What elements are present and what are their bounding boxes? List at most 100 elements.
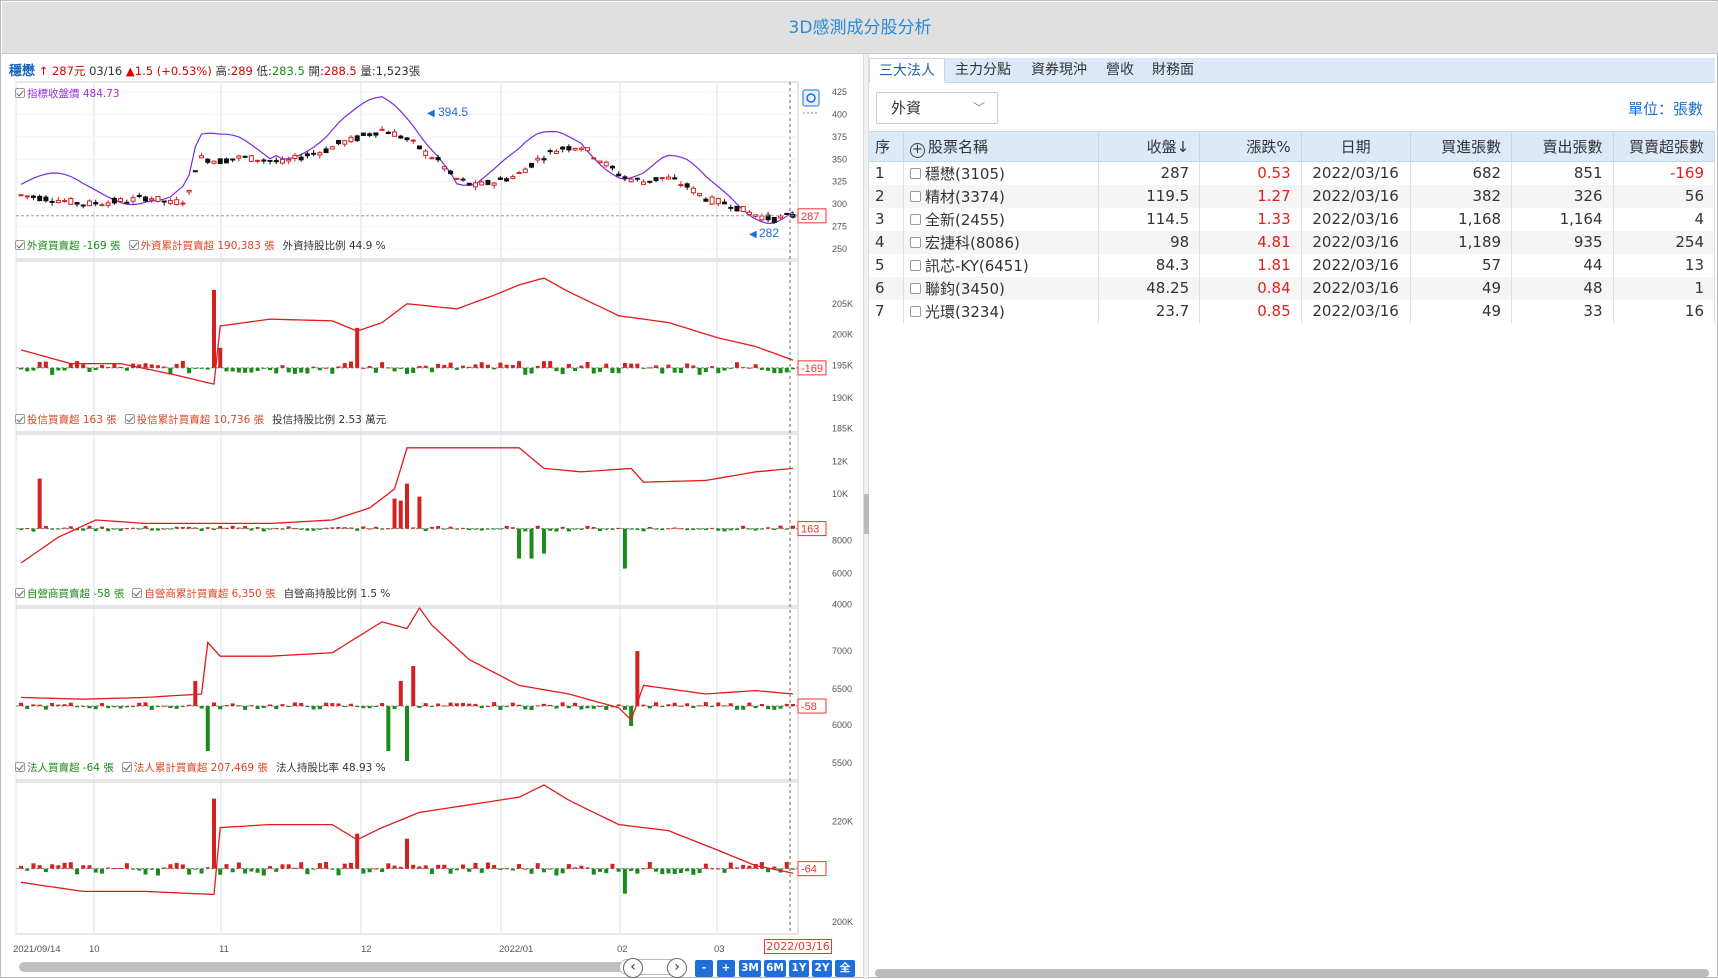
col-no[interactable]: 序 [869, 131, 904, 162]
net-bar [230, 367, 235, 372]
net-bar [454, 528, 459, 530]
flow-tick: 5500 [832, 758, 852, 768]
col-sell[interactable]: 賣出張數 [1511, 131, 1614, 162]
range-3m-button[interactable]: 3M [739, 960, 761, 977]
col-change[interactable]: 漲跌% [1199, 131, 1302, 162]
row-name[interactable]: 聯鈞(3450) [903, 276, 1099, 300]
row-name[interactable]: 宏捷科(8086) [903, 230, 1099, 254]
net-bar [691, 706, 696, 709]
scroll-left-button[interactable]: ‹ [623, 958, 643, 978]
candle-body [504, 178, 510, 182]
institutional-panel: 三大法人 主力分點 資券現沖 營收 財務面 外資 ﹀ 單位：張數 序 + 股票名稱… [869, 54, 1718, 979]
candle-body [609, 165, 615, 169]
net-bar [722, 705, 727, 707]
net-bar [442, 528, 447, 530]
net-bar [560, 868, 565, 874]
table-row[interactable]: 1 穩懋(3105) 287 0.53 2022/03/16 682 851 -169 [869, 161, 1716, 185]
col-date[interactable]: 日期 [1301, 131, 1411, 162]
net-bar [448, 868, 453, 874]
zoom-in-button[interactable]: + [717, 960, 735, 977]
x-axis-label: 11 [219, 944, 229, 955]
tab-revenue[interactable]: 營收 [1097, 58, 1143, 83]
last-price-value: 287 [801, 211, 819, 223]
inst-ratio-label: 法人持股比率 48.93 % [275, 762, 386, 774]
zoom-out-button[interactable]: - [695, 960, 713, 977]
stock-name-link[interactable]: 精材(3374) [925, 188, 1005, 206]
row-name[interactable]: 精材(3374) [903, 184, 1099, 208]
net-bar [355, 706, 360, 708]
candle-body [441, 166, 447, 170]
checkbox-icon[interactable] [132, 588, 143, 598]
col-name[interactable]: + 股票名稱 [903, 131, 1099, 162]
table-row[interactable]: 7 光環(3234) 23.7 0.85 2022/03/16 49 33 16 [869, 299, 1716, 323]
row-checkbox[interactable] [909, 190, 921, 202]
table-row[interactable]: 3 全新(2455) 114.5 1.33 2022/03/16 1,168 1,164 4 [869, 207, 1716, 231]
stock-name-link[interactable]: 聯鈞(3450) [925, 280, 1005, 298]
row-checkbox[interactable] [909, 213, 921, 225]
tab-institutional[interactable]: 三大法人 [869, 58, 945, 83]
net-bar [629, 868, 634, 871]
table-row[interactable]: 4 宏捷科(8086) 98 4.81 2022/03/16 1,189 935 254 [869, 230, 1716, 254]
add-stock-icon[interactable]: + [909, 142, 925, 158]
net-bar [305, 367, 310, 374]
stock-name-link[interactable]: 光環(3234) [925, 303, 1005, 321]
stock-chart-canvas[interactable]: 2021/09/14 10 11 12 2022/01 02 03 425 400 375 350 3… [1, 54, 863, 979]
price-tick: 350 [832, 154, 847, 164]
row-name[interactable]: 光環(3234) [903, 299, 1099, 323]
net-bar [355, 327, 360, 368]
row-checkbox[interactable] [909, 236, 921, 248]
row-name[interactable]: 訊芯-KY(6451) [903, 253, 1099, 277]
row-checkbox[interactable] [909, 167, 921, 179]
change-triangle-icon: ▲ [125, 64, 135, 78]
candle-body [659, 177, 665, 180]
range-6m-button[interactable]: 6M [764, 960, 786, 977]
net-bar [93, 367, 98, 371]
net-bar [604, 528, 609, 530]
row-checkbox[interactable] [909, 259, 921, 271]
table-horizontal-scrollbar[interactable] [875, 969, 1709, 977]
table-row[interactable]: 5 訊芯-KY(6451) 84.3 1.81 2022/03/16 57 44 13 [869, 253, 1716, 277]
stock-name-link[interactable]: 訊芯-KY(6451) [925, 257, 1029, 275]
checkbox-icon[interactable] [15, 762, 25, 772]
row-buy: 682 [1410, 161, 1513, 185]
stock-name-link[interactable]: 全新(2455) [925, 211, 1005, 229]
net-bar [255, 367, 260, 372]
checkbox-icon[interactable] [124, 414, 135, 424]
stock-name-link[interactable]: 宏捷科(8086) [925, 234, 1020, 252]
table-row[interactable]: 2 精材(3374) 119.5 1.27 2022/03/16 382 326 56 [869, 184, 1716, 208]
candle-body [18, 194, 24, 197]
checkbox-icon[interactable] [128, 240, 139, 250]
checkbox-icon[interactable] [15, 88, 25, 98]
stock-name-link[interactable]: 穩懋(3105) [925, 165, 1005, 183]
investor-type-select[interactable]: 外資 ﹀ [876, 92, 998, 124]
dealer-legend: 自營商買賣超 -58 張 自營商累計買賣超 6,350 張自營商持股比例 1.5 … [15, 586, 390, 601]
checkbox-icon[interactable] [15, 588, 25, 598]
row-name[interactable]: 穩懋(3105) [903, 161, 1099, 185]
checkbox-icon[interactable] [121, 762, 132, 772]
range-all-button[interactable]: 全 [835, 960, 855, 977]
range-1y-button[interactable]: 1Y [789, 960, 809, 977]
row-checkbox[interactable] [909, 305, 921, 317]
tab-main-force[interactable]: 主力分點 [945, 58, 1021, 83]
row-name[interactable]: 全新(2455) [903, 207, 1099, 231]
net-bar [386, 367, 391, 369]
checkbox-icon[interactable] [15, 414, 25, 424]
stock-name[interactable]: 穩懋 [9, 64, 35, 79]
scroll-right-button[interactable]: › [667, 958, 687, 978]
col-buy[interactable]: 買進張數 [1410, 131, 1513, 162]
col-close[interactable]: 收盤↓ [1098, 131, 1201, 162]
net-bar [50, 864, 55, 869]
net-bar [734, 867, 739, 869]
tab-margin[interactable]: 資券現沖 [1021, 58, 1097, 83]
row-checkbox[interactable] [909, 282, 921, 294]
net-bar [143, 868, 148, 875]
range-2y-button[interactable]: 2Y [812, 960, 832, 977]
tab-financials[interactable]: 財務面 [1143, 58, 1203, 83]
net-bar [479, 868, 484, 873]
net-bar [68, 526, 73, 529]
table-row[interactable]: 6 聯鈞(3450) 48.25 0.84 2022/03/16 49 48 1 [869, 276, 1716, 300]
price-legend[interactable]: 指標收盤價 484.73 [15, 86, 120, 101]
chart-scrollbar-track[interactable] [19, 962, 639, 972]
col-net[interactable]: 買賣超張數 [1613, 131, 1716, 162]
checkbox-icon[interactable] [15, 240, 25, 250]
